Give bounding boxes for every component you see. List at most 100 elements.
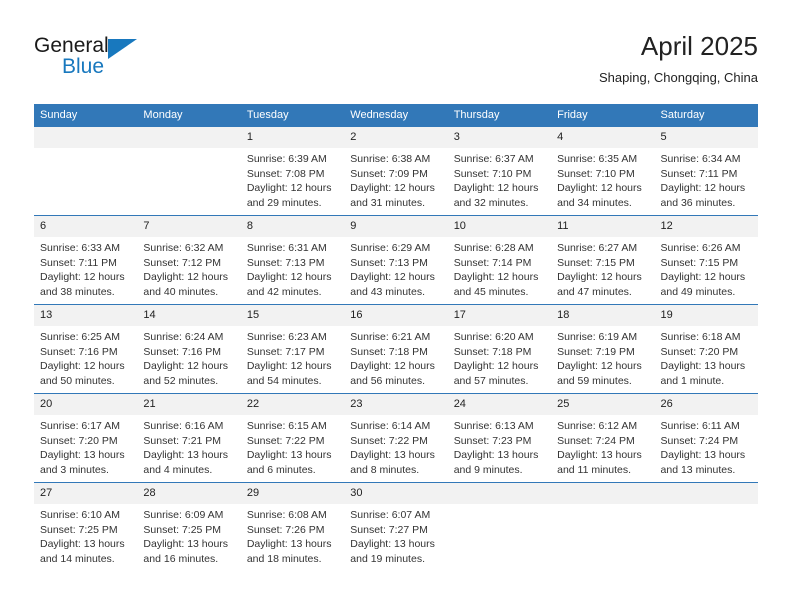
- calendar-day-cell[interactable]: 28 Sunrise: 6:09 AM Sunset: 7:25 PM Dayligh…: [137, 482, 241, 571]
- calendar-day-cell[interactable]: 20 Sunrise: 6:17 AM Sunset: 7:20 PM Dayligh…: [34, 393, 138, 483]
- calendar-day-cell[interactable]: 4 Sunrise: 6:35 AM Sunset: 7:10 PM Daylight…: [551, 127, 655, 216]
- day-info-daylight2: and 38 minutes.: [40, 285, 115, 298]
- day-cell-content: 28 Sunrise: 6:09 AM Sunset: 7:25 PM Dayligh…: [137, 483, 241, 571]
- day-number: 28: [137, 483, 241, 504]
- calendar-day-cell[interactable]: 19 Sunrise: 6:18 AM Sunset: 7:20 PM Dayligh…: [654, 304, 758, 394]
- day-info-sunrise: Sunrise: 6:14 AM: [350, 420, 431, 432]
- day-cell-content: 19 Sunrise: 6:18 AM Sunset: 7:20 PM Dayligh…: [654, 305, 758, 393]
- calendar-day-cell[interactable]: 11 Sunrise: 6:27 AM Sunset: 7:15 PM Dayligh…: [551, 215, 655, 305]
- page-title: April 2025: [640, 31, 758, 61]
- calendar-day-cell[interactable]: 2 Sunrise: 6:38 AM Sunset: 7:09 PM Daylight…: [344, 127, 448, 216]
- calendar-day-cell[interactable]: 10 Sunrise: 6:28 AM Sunset: 7:14 PM Dayligh…: [447, 215, 552, 305]
- day-info-sunset: Sunset: 7:27 PM: [350, 523, 428, 536]
- day-info-daylight1: Daylight: 12 hours: [453, 360, 539, 372]
- day-info-sunrise: Sunrise: 6:12 AM: [557, 420, 638, 432]
- day-info-sunset: Sunset: 7:15 PM: [557, 256, 635, 269]
- day-info-sunrise: Sunrise: 6:20 AM: [453, 331, 534, 343]
- calendar-day-cell[interactable]: 1 Sunrise: 6:39 AM Sunset: 7:08 PM Daylight…: [240, 127, 345, 216]
- day-info-sunset: Sunset: 7:09 PM: [350, 167, 428, 180]
- day-info-sunrise: Sunrise: 6:08 AM: [246, 509, 327, 521]
- day-sun-info: Sunrise: 6:20 AM Sunset: 7:18 PM Daylight:…: [448, 326, 551, 388]
- calendar-day-cell[interactable]: 16 Sunrise: 6:21 AM Sunset: 7:18 PM Dayligh…: [344, 304, 448, 394]
- general-blue-logo[interactable]: General Blue: [34, 34, 164, 84]
- day-sun-info: Sunrise: 6:19 AM Sunset: 7:19 PM Daylight:…: [551, 326, 654, 388]
- calendar-day-cell[interactable]: 25 Sunrise: 6:12 AM Sunset: 7:24 PM Dayligh…: [551, 393, 655, 483]
- day-sun-info: Sunrise: 6:07 AM Sunset: 7:27 PM Daylight:…: [344, 504, 447, 566]
- calendar-day-cell[interactable]: 24 Sunrise: 6:13 AM Sunset: 7:23 PM Dayligh…: [447, 393, 552, 483]
- day-info-sunset: Sunset: 7:17 PM: [246, 345, 325, 358]
- calendar-day-cell[interactable]: 29 Sunrise: 6:08 AM Sunset: 7:26 PM Dayligh…: [240, 482, 345, 571]
- day-sun-info: [655, 504, 758, 508]
- day-number: 2: [344, 127, 448, 148]
- weekday-header-tuesday: Tuesday: [240, 104, 345, 127]
- day-cell-content: 21 Sunrise: 6:16 AM Sunset: 7:21 PM Dayligh…: [137, 394, 241, 482]
- calendar-day-cell[interactable]: 30 Sunrise: 6:07 AM Sunset: 7:27 PM Dayligh…: [344, 482, 448, 571]
- calendar-day-cell[interactable]: 6 Sunrise: 6:33 AM Sunset: 7:11 PM Daylight…: [34, 215, 138, 305]
- day-info-sunrise: Sunrise: 6:16 AM: [143, 420, 224, 432]
- day-sun-info: Sunrise: 6:39 AM Sunset: 7:08 PM Daylight:…: [241, 148, 344, 210]
- calendar-day-cell[interactable]: 14 Sunrise: 6:24 AM Sunset: 7:16 PM Dayligh…: [137, 304, 241, 394]
- day-info-daylight1: Daylight: 13 hours: [40, 449, 125, 461]
- day-info-sunrise: Sunrise: 6:24 AM: [143, 331, 224, 343]
- day-cell-content: 27 Sunrise: 6:10 AM Sunset: 7:25 PM Dayligh…: [34, 483, 138, 571]
- day-number: 23: [344, 394, 448, 415]
- day-sun-info: Sunrise: 6:09 AM Sunset: 7:25 PM Daylight:…: [137, 504, 240, 566]
- day-info-sunrise: Sunrise: 6:26 AM: [660, 242, 741, 254]
- day-info-sunset: Sunset: 7:25 PM: [143, 523, 222, 536]
- calendar-day-cell[interactable]: 5 Sunrise: 6:34 AM Sunset: 7:11 PM Daylight…: [654, 127, 758, 216]
- day-info-daylight2: and 11 minutes.: [557, 463, 632, 476]
- day-sun-info: Sunrise: 6:16 AM Sunset: 7:21 PM Daylight:…: [137, 415, 240, 477]
- day-number: 9: [344, 216, 448, 237]
- day-info-sunrise: Sunrise: 6:27 AM: [557, 242, 638, 254]
- calendar-day-cell[interactable]: 3 Sunrise: 6:37 AM Sunset: 7:10 PM Daylight…: [447, 127, 552, 216]
- calendar-day-cell[interactable]: 27 Sunrise: 6:10 AM Sunset: 7:25 PM Dayligh…: [34, 482, 138, 571]
- day-info-sunrise: Sunrise: 6:28 AM: [453, 242, 534, 254]
- day-sun-info: Sunrise: 6:15 AM Sunset: 7:22 PM Daylight:…: [241, 415, 344, 477]
- day-sun-info: Sunrise: 6:29 AM Sunset: 7:13 PM Daylight:…: [344, 237, 447, 299]
- day-cell-content: 8 Sunrise: 6:31 AM Sunset: 7:13 PM Daylight…: [240, 216, 345, 304]
- calendar-day-cell[interactable]: 7 Sunrise: 6:32 AM Sunset: 7:12 PM Daylight…: [137, 215, 241, 305]
- calendar-day-cell[interactable]: 23 Sunrise: 6:14 AM Sunset: 7:22 PM Dayligh…: [344, 393, 448, 483]
- calendar-day-cell[interactable]: 9 Sunrise: 6:29 AM Sunset: 7:13 PM Daylight…: [344, 215, 448, 305]
- day-number: [654, 483, 758, 504]
- day-number: 13: [34, 305, 138, 326]
- weekday-header-monday: Monday: [137, 104, 241, 127]
- day-info-daylight2: and 31 minutes.: [350, 196, 425, 209]
- calendar-day-cell[interactable]: 13 Sunrise: 6:25 AM Sunset: 7:16 PM Dayligh…: [34, 304, 138, 394]
- day-info-daylight1: Daylight: 13 hours: [660, 360, 746, 372]
- day-info-daylight2: and 16 minutes.: [143, 552, 219, 565]
- day-sun-info: [551, 504, 654, 508]
- day-info-daylight1: Daylight: 13 hours: [246, 449, 332, 461]
- calendar-day-cell[interactable]: 22 Sunrise: 6:15 AM Sunset: 7:22 PM Dayligh…: [240, 393, 345, 483]
- calendar-day-cell[interactable]: 15 Sunrise: 6:23 AM Sunset: 7:17 PM Dayligh…: [240, 304, 345, 394]
- day-sun-info: [448, 504, 551, 508]
- day-number: 11: [551, 216, 655, 237]
- day-sun-info: [34, 148, 137, 152]
- calendar-empty-cell: [34, 127, 138, 216]
- day-sun-info: Sunrise: 6:33 AM Sunset: 7:11 PM Daylight:…: [34, 237, 137, 299]
- calendar-day-cell[interactable]: 17 Sunrise: 6:20 AM Sunset: 7:18 PM Dayligh…: [447, 304, 552, 394]
- day-info-daylight1: Daylight: 13 hours: [143, 538, 229, 550]
- calendar-empty-cell: [654, 482, 758, 571]
- day-info-daylight2: and 18 minutes.: [246, 552, 322, 565]
- calendar-day-cell[interactable]: 8 Sunrise: 6:31 AM Sunset: 7:13 PM Daylight…: [240, 215, 345, 305]
- day-info-sunset: Sunset: 7:25 PM: [40, 523, 118, 536]
- day-info-daylight2: and 49 minutes.: [660, 285, 736, 298]
- calendar-day-cell[interactable]: 18 Sunrise: 6:19 AM Sunset: 7:19 PM Dayligh…: [551, 304, 655, 394]
- calendar-day-cell[interactable]: 21 Sunrise: 6:16 AM Sunset: 7:21 PM Dayligh…: [137, 393, 241, 483]
- calendar-body: 1 Sunrise: 6:39 AM Sunset: 7:08 PM Daylight…: [34, 127, 758, 571]
- day-number: 29: [240, 483, 345, 504]
- day-info-daylight1: Daylight: 12 hours: [453, 271, 539, 283]
- day-info-daylight1: Daylight: 12 hours: [660, 182, 746, 194]
- day-sun-info: Sunrise: 6:38 AM Sunset: 7:09 PM Daylight:…: [344, 148, 447, 210]
- day-sun-info: [137, 148, 240, 152]
- day-info-daylight2: and 56 minutes.: [350, 374, 425, 387]
- calendar-day-cell[interactable]: 12 Sunrise: 6:26 AM Sunset: 7:15 PM Dayligh…: [654, 215, 758, 305]
- day-cell-content: 23 Sunrise: 6:14 AM Sunset: 7:22 PM Dayligh…: [344, 394, 448, 482]
- calendar-empty-cell: [447, 482, 552, 571]
- day-cell-content: 20 Sunrise: 6:17 AM Sunset: 7:20 PM Dayligh…: [34, 394, 138, 482]
- day-info-sunrise: Sunrise: 6:11 AM: [660, 420, 740, 432]
- day-info-daylight2: and 32 minutes.: [453, 196, 529, 209]
- day-info-daylight2: and 36 minutes.: [660, 196, 736, 209]
- calendar-day-cell[interactable]: 26 Sunrise: 6:11 AM Sunset: 7:24 PM Dayligh…: [654, 393, 758, 483]
